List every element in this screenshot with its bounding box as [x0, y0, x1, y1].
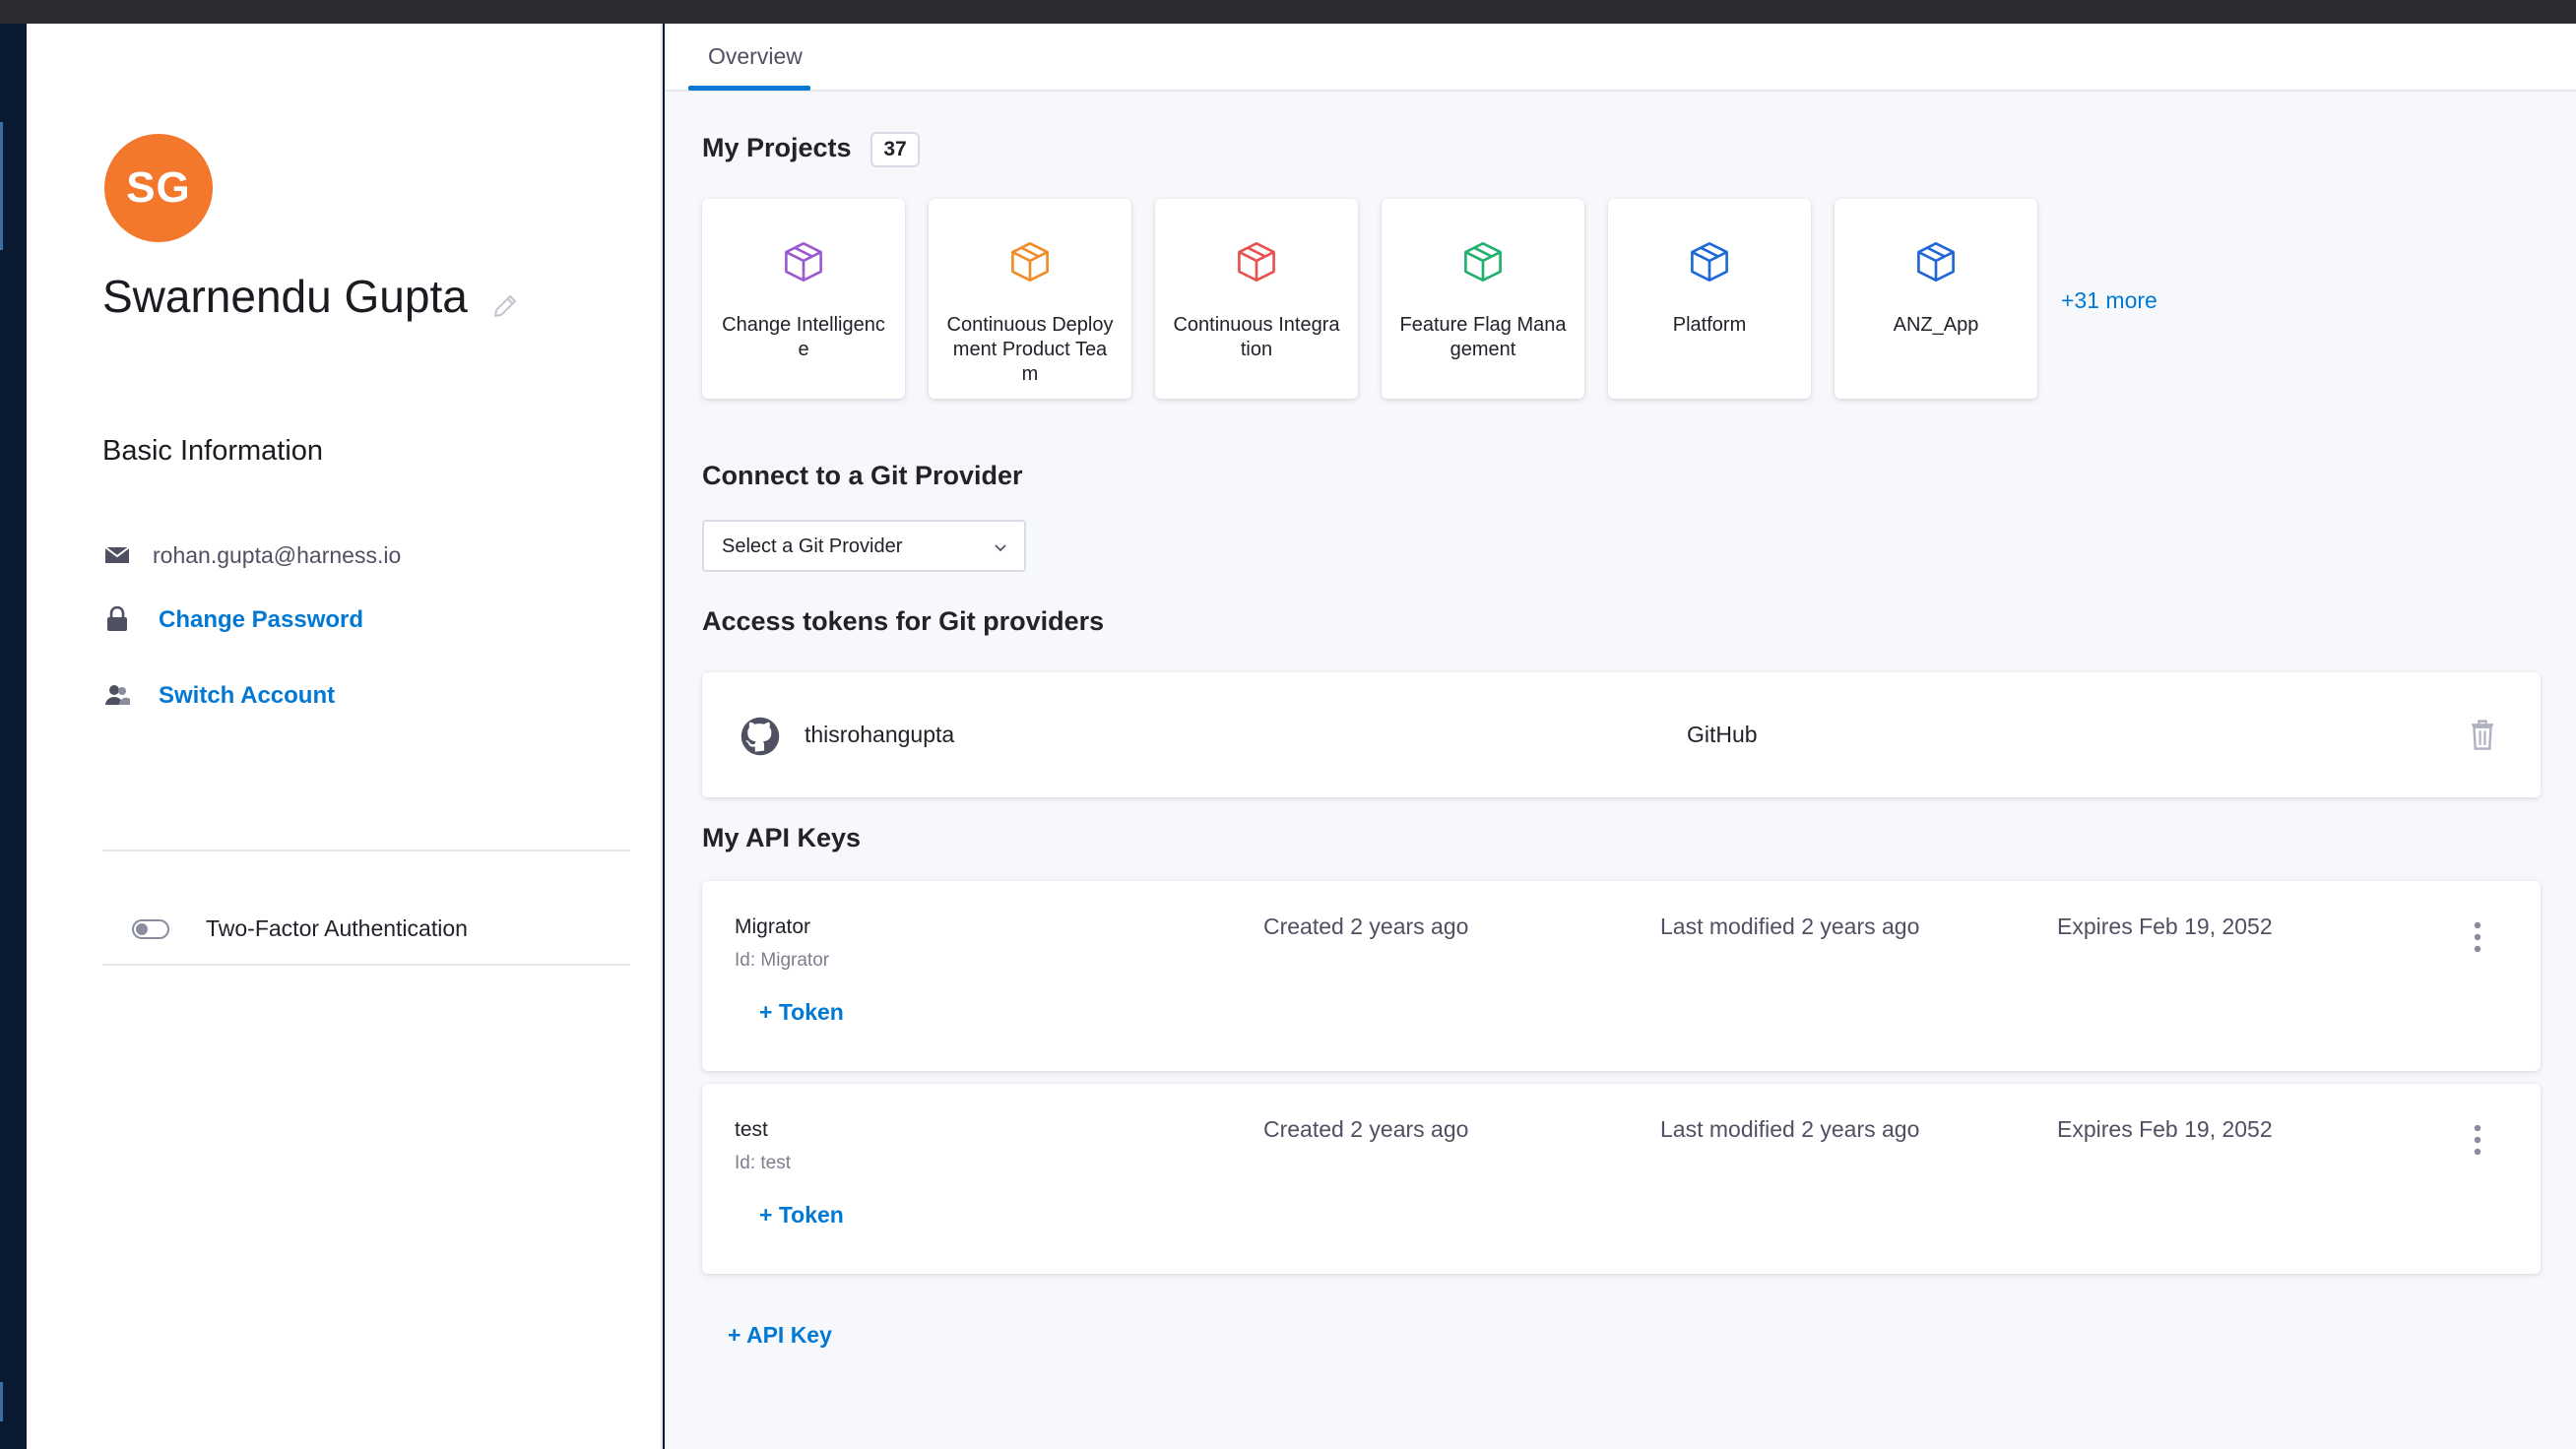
project-card[interactable]: Continuous Deployment Product Team — [929, 199, 1131, 399]
git-token-row: thisrohangupta GitHub — [702, 672, 2541, 797]
tab-overview[interactable]: Overview — [688, 24, 822, 92]
token-username: thisrohangupta — [805, 722, 955, 747]
project-card[interactable]: Continuous Integration — [1155, 199, 1358, 399]
project-card-label: Continuous Deployment Product Team — [946, 314, 1114, 385]
email-row — [102, 540, 132, 570]
cube-icon — [1691, 241, 1728, 283]
projects-count-badge: 37 — [870, 132, 920, 167]
avatar-initials: SG — [126, 163, 191, 212]
project-card-label: Platform — [1672, 314, 1747, 336]
chevron-down-icon — [995, 544, 1006, 552]
envelope-icon — [102, 540, 132, 570]
cube-icon — [1464, 241, 1502, 283]
project-card-label: Continuous Integration — [1173, 314, 1340, 360]
add-api-key-button[interactable]: + API Key — [728, 1322, 832, 1349]
my-projects-title: My Projects — [702, 133, 852, 162]
two-factor-toggle[interactable] — [132, 919, 169, 939]
two-factor-label: Two-Factor Authentication — [206, 915, 468, 941]
nav-rail-indicator — [0, 122, 3, 250]
change-password-row[interactable] — [102, 604, 132, 634]
add-token-button[interactable]: + Token — [759, 1202, 844, 1228]
project-card[interactable]: Change Intelligence — [702, 199, 905, 399]
api-key-card: Migrator Id: Migrator Created 2 years ag… — [702, 881, 2541, 1071]
project-card[interactable]: ANZ_App — [1835, 199, 2037, 399]
tab-overview-label: Overview — [708, 43, 803, 69]
api-key-modified: Last modified 2 years ago — [1660, 1116, 1920, 1142]
api-key-id: Id: test — [735, 1153, 792, 1173]
pencil-icon[interactable] — [490, 291, 520, 321]
api-key-modified: Last modified 2 years ago — [1660, 914, 1920, 939]
api-key-expires: Expires Feb 19, 2052 — [2057, 914, 2273, 939]
cube-icon — [1917, 241, 1955, 283]
divider — [102, 850, 630, 851]
change-password-link[interactable]: Change Password — [159, 606, 363, 634]
api-key-expires: Expires Feb 19, 2052 — [2057, 1116, 2273, 1142]
profile-panel: SG Swarnendu Gupta Basic Information roh… — [27, 24, 663, 1449]
nav-rail — [0, 24, 27, 1449]
project-card-label: Change Intelligence — [722, 314, 885, 360]
tab-bar: Overview — [665, 24, 2576, 92]
project-card-label: Feature Flag Management — [1399, 314, 1567, 360]
api-key-created: Created 2 years ago — [1263, 914, 1469, 939]
git-provider-select-placeholder: Select a Git Provider — [722, 536, 903, 557]
api-key-id: Id: Migrator — [735, 950, 830, 971]
user-name: Swarnendu Gupta — [102, 271, 468, 322]
project-card[interactable]: Feature Flag Management — [1382, 199, 1584, 399]
more-options-icon[interactable] — [2472, 920, 2483, 954]
connect-git-title: Connect to a Git Provider — [702, 461, 1023, 490]
avatar: SG — [104, 134, 213, 242]
project-card-label: ANZ_App — [1893, 314, 1979, 336]
email-text: rohan.gupta@harness.io — [153, 542, 402, 568]
cube-icon — [1238, 241, 1275, 283]
users-icon — [102, 680, 132, 710]
token-provider: GitHub — [1687, 722, 1758, 747]
github-icon — [741, 717, 780, 756]
toggle-knob — [136, 923, 148, 935]
api-key-card: test Id: test Created 2 years ago Last m… — [702, 1084, 2541, 1274]
more-options-icon[interactable] — [2472, 1123, 2483, 1157]
switch-account-row[interactable] — [102, 680, 132, 710]
basic-info-title: Basic Information — [102, 435, 324, 467]
cube-icon — [1011, 241, 1049, 283]
more-projects-link[interactable]: +31 more — [2061, 287, 2157, 314]
api-keys-title: My API Keys — [702, 823, 862, 852]
active-tab-indicator — [688, 86, 810, 91]
api-key-name: Migrator — [735, 915, 811, 938]
divider — [102, 964, 630, 966]
project-card[interactable]: Platform — [1608, 199, 1811, 399]
nav-rail-indicator — [0, 1382, 3, 1421]
api-key-name: test — [735, 1118, 768, 1141]
switch-account-link[interactable]: Switch Account — [159, 682, 335, 710]
cube-icon — [785, 241, 822, 283]
main-content: Overview My Projects 37 Change Intellige… — [665, 24, 2576, 1449]
api-key-created: Created 2 years ago — [1263, 1116, 1469, 1142]
add-token-button[interactable]: + Token — [759, 999, 844, 1026]
lock-icon — [102, 604, 132, 634]
git-provider-select[interactable]: Select a Git Provider — [702, 520, 1026, 572]
access-tokens-title: Access tokens for Git providers — [702, 606, 1105, 636]
trash-icon[interactable] — [2468, 718, 2497, 751]
browser-top-bar — [0, 0, 2576, 24]
